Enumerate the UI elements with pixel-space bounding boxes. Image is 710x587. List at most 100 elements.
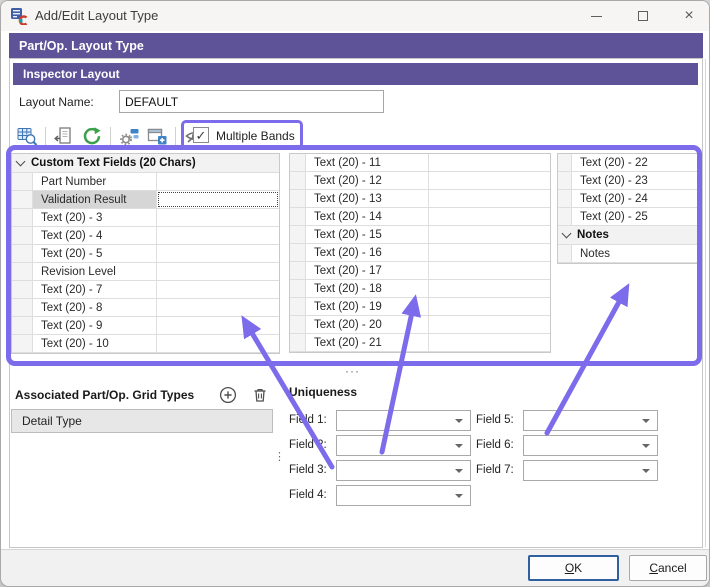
band-field-row[interactable]: Text (20) - 15 [290,226,550,244]
field-2-combobox[interactable] [336,435,471,456]
dropdown-arrow-icon[interactable] [455,419,463,423]
field-6-combobox[interactable] [523,435,658,456]
dropdown-arrow-icon[interactable] [642,469,650,473]
field-label-cell[interactable]: Text (20) - 10 [33,335,157,352]
layout-name-input[interactable] [119,90,384,113]
minimize-button[interactable] [579,1,613,31]
field-value-cell[interactable] [429,154,550,171]
band-field-row[interactable]: Text (20) - 19 [290,298,550,316]
band-field-row[interactable]: Text (20) - 3 [12,209,279,227]
field-label-cell[interactable]: Text (20) - 20 [306,316,429,333]
field-label-cell[interactable]: Validation Result [33,191,157,208]
field-5-combobox[interactable] [523,410,658,431]
band-field-row[interactable]: Text (20) - 17 [290,262,550,280]
field-label-cell[interactable]: Text (20) - 15 [306,226,429,243]
band-field-row[interactable]: Notes [558,245,697,263]
field-4-combobox[interactable] [336,485,471,506]
field-label-cell[interactable]: Text (20) - 11 [306,154,429,171]
field-label-cell[interactable]: Text (20) - 16 [306,244,429,261]
multiple-bands-checkbox[interactable]: ✓ [193,127,209,143]
horizontal-splitter-handle[interactable]: ··· [345,364,360,378]
add-circle-icon[interactable] [219,386,237,404]
gear-link-icon[interactable] [118,126,140,146]
band-field-row[interactable]: Text (20) - 21 [290,334,550,352]
trash-icon[interactable] [251,386,269,404]
band-field-row[interactable]: Text (20) - 16 [290,244,550,262]
field-value-cell[interactable] [157,173,279,190]
group-row[interactable]: Notes [558,226,697,245]
titlebar[interactable]: Add/Edit Layout Type × [1,1,710,31]
field-label-cell[interactable]: Revision Level [33,263,157,280]
ok-button[interactable]: OK [528,555,619,581]
band-field-row[interactable]: Text (20) - 13 [290,190,550,208]
band-field-row[interactable]: Text (20) - 25 [558,208,697,226]
band-field-row[interactable]: Text (20) - 12 [290,172,550,190]
band-field-row[interactable]: Text (20) - 14 [290,208,550,226]
grid-search-icon[interactable] [16,126,38,146]
band-field-row[interactable]: Text (20) - 9 [12,317,279,335]
band-field-row[interactable]: Text (20) - 24 [558,190,697,208]
field-label-cell[interactable]: Text (20) - 7 [33,281,157,298]
band-field-row[interactable]: Text (20) - 20 [290,316,550,334]
field-label-cell[interactable]: Text (20) - 8 [33,299,157,316]
field-label-cell[interactable]: Text (20) - 14 [306,208,429,225]
field-label-cell[interactable]: Text (20) - 19 [306,298,429,315]
band-field-row[interactable]: Text (20) - 10 [12,335,279,353]
field-value-cell[interactable] [157,227,279,244]
field-label-cell[interactable]: Text (20) - 9 [33,317,157,334]
field-label-cell[interactable]: Notes [572,245,697,262]
field-1-combobox[interactable] [336,410,471,431]
band-field-row[interactable]: Text (20) - 23 [558,172,697,190]
band-field-row[interactable]: Text (20) - 22 [558,154,697,172]
field-value-cell[interactable] [157,191,279,208]
field-label-cell[interactable]: Text (20) - 17 [306,262,429,279]
field-label-cell[interactable]: Text (20) - 21 [306,334,429,351]
field-label-cell[interactable]: Text (20) - 22 [572,154,697,171]
field-value-cell[interactable] [429,298,550,315]
field-value-cell[interactable] [429,280,550,297]
field-label-cell[interactable]: Text (20) - 13 [306,190,429,207]
field-label-cell[interactable]: Text (20) - 12 [306,172,429,189]
field-value-cell[interactable] [157,299,279,316]
dropdown-arrow-icon[interactable] [642,419,650,423]
field-value-cell[interactable] [157,281,279,298]
field-value-cell[interactable] [157,263,279,280]
field-3-combobox[interactable] [336,460,471,481]
field-label-cell[interactable]: Text (20) - 4 [33,227,157,244]
maximize-button[interactable] [626,1,660,31]
field-value-cell[interactable] [429,172,550,189]
band-field-row[interactable]: Validation Result [12,191,279,209]
field-value-cell[interactable] [157,245,279,262]
field-value-cell[interactable] [429,244,550,261]
cancel-button[interactable]: Cancel [629,555,707,581]
field-label-cell[interactable]: Part Number [33,173,157,190]
band-field-row[interactable]: Text (20) - 4 [12,227,279,245]
band-field-row[interactable]: Revision Level [12,263,279,281]
field-label-cell[interactable]: Text (20) - 23 [572,172,697,189]
group-row[interactable]: Custom Text Fields (20 Chars) [12,154,279,173]
close-button[interactable]: × [672,1,706,31]
field-value-cell[interactable] [429,334,550,351]
field-value-cell[interactable] [429,208,550,225]
add-window-icon[interactable] [146,126,168,146]
field-label-cell[interactable]: Text (20) - 5 [33,245,157,262]
field-value-cell[interactable] [157,209,279,226]
field-value-cell[interactable] [157,335,279,352]
vertical-splitter-handle[interactable]: ⋮ [274,452,285,463]
field-label-cell[interactable]: Text (20) - 24 [572,190,697,207]
dropdown-arrow-icon[interactable] [455,494,463,498]
dropdown-arrow-icon[interactable] [455,444,463,448]
field-value-cell[interactable] [157,317,279,334]
field-value-cell[interactable] [429,316,550,333]
band-field-row[interactable]: Text (20) - 7 [12,281,279,299]
dropdown-arrow-icon[interactable] [642,444,650,448]
page-export-icon[interactable] [53,126,75,146]
field-value-cell[interactable] [429,190,550,207]
band-field-row[interactable]: Part Number [12,173,279,191]
band-field-row[interactable]: Text (20) - 5 [12,245,279,263]
band-field-row[interactable]: Text (20) - 11 [290,154,550,172]
field-label-cell[interactable]: Text (20) - 3 [33,209,157,226]
field-label-cell[interactable]: Text (20) - 18 [306,280,429,297]
field-value-cell[interactable] [429,262,550,279]
refresh-icon[interactable] [81,126,103,146]
